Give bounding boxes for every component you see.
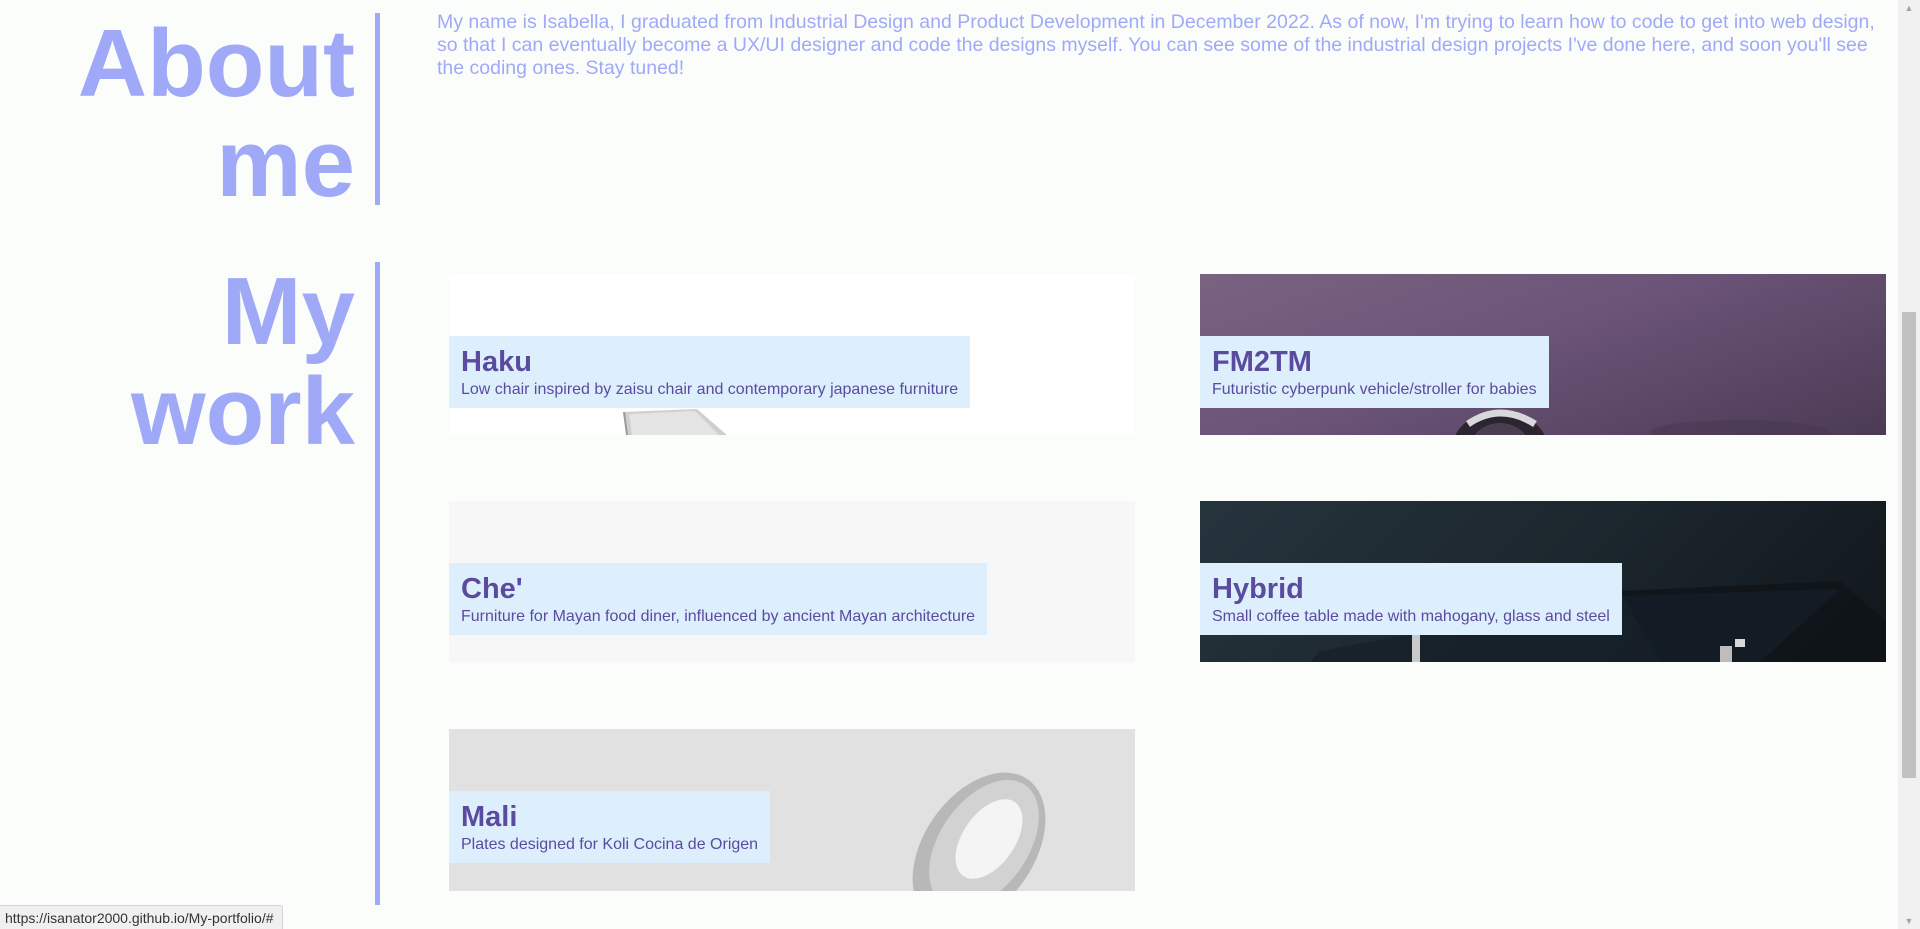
project-label: FM2TM Futuristic cyberpunk vehicle/strol…	[1200, 336, 1549, 408]
project-name: Mali	[461, 801, 518, 833]
about-heading: About me	[78, 14, 355, 214]
project-card-hybrid[interactable]: Hybrid Small coffee table made with maho…	[1200, 501, 1886, 662]
work-heading-line2: work	[130, 358, 355, 465]
project-name: Hybrid	[1212, 573, 1304, 605]
project-description: Plates designed for Koli Cocina de Orige…	[461, 836, 759, 853]
project-label: Mali Plates designed for Koli Cocina de …	[449, 791, 771, 863]
project-description: Low chair inspired by zaisu chair and co…	[461, 381, 959, 398]
project-name: Che'	[461, 573, 523, 605]
link-status-bar: https://isanator2000.github.io/My-portfo…	[0, 905, 283, 929]
page-scrollbar[interactable]: ▲ ▼	[1898, 0, 1920, 929]
project-name: Haku	[461, 346, 532, 378]
about-divider	[375, 13, 380, 205]
scroll-thumb[interactable]	[1902, 312, 1916, 778]
about-heading-line1: About	[77, 10, 355, 117]
project-card-che[interactable]: Che' Furniture for Mayan food diner, inf…	[449, 501, 1135, 662]
about-heading-line2: me	[216, 110, 355, 217]
scroll-down-arrow-icon[interactable]: ▼	[1898, 913, 1920, 929]
project-card-haku[interactable]: Haku Low chair inspired by zaisu chair a…	[449, 274, 1135, 435]
project-description: Furniture for Mayan food diner, influenc…	[461, 608, 976, 625]
project-name: FM2TM	[1212, 346, 1312, 378]
scroll-up-arrow-icon[interactable]: ▲	[1898, 0, 1920, 16]
work-heading-line1: My	[221, 258, 355, 365]
project-label: Haku Low chair inspired by zaisu chair a…	[449, 336, 971, 408]
project-card-mali[interactable]: Mali Plates designed for Koli Cocina de …	[449, 729, 1135, 891]
about-text: My name is Isabella, I graduated from In…	[437, 11, 1875, 79]
work-heading: My work	[131, 262, 355, 462]
project-description: Futuristic cyberpunk vehicle/stroller fo…	[1212, 381, 1537, 398]
project-label: Che' Furniture for Mayan food diner, inf…	[449, 563, 988, 635]
project-label: Hybrid Small coffee table made with maho…	[1200, 563, 1622, 635]
work-divider	[375, 262, 380, 905]
portfolio-page: About me My name is Isabella, I graduate…	[0, 0, 1898, 929]
project-card-fm2tm[interactable]: FM2TM Futuristic cyberpunk vehicle/strol…	[1200, 274, 1886, 435]
project-description: Small coffee table made with mahogany, g…	[1212, 608, 1610, 625]
